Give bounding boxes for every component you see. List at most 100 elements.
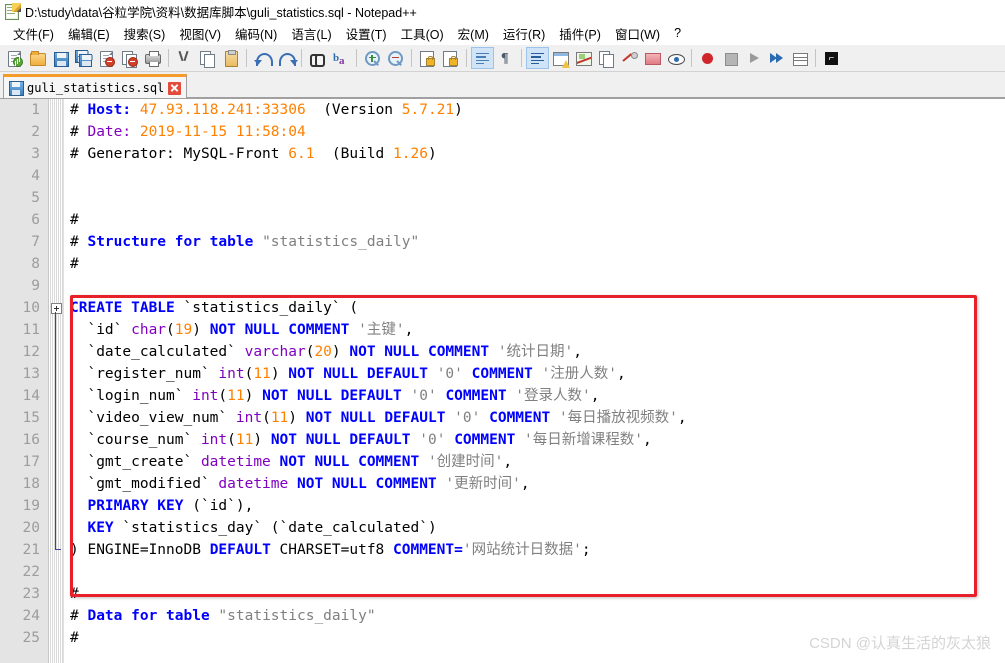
toolbar: ba ¶ ⌐: [0, 45, 1005, 72]
code-line: `id` char(19) NOT NULL COMMENT '主键',: [70, 319, 1005, 341]
code-token: '创建时间': [427, 454, 504, 470]
menu-encoding[interactable]: 编码(N): [228, 22, 284, 45]
undo-icon[interactable]: [251, 47, 274, 69]
code-token: int: [218, 366, 245, 382]
find-icon[interactable]: [306, 47, 329, 69]
code-line: CREATE TABLE `statistics_daily` (: [70, 297, 1005, 319]
code-line: `gmt_modified` datetime NOT NULL COMMENT…: [70, 473, 1005, 495]
menu-run[interactable]: 运行(R): [496, 22, 552, 45]
menu-search[interactable]: 搜索(S): [117, 22, 173, 45]
fold-expand-icon[interactable]: [51, 303, 62, 314]
word-wrap-icon[interactable]: [471, 47, 494, 69]
sync-vertical-icon[interactable]: [416, 47, 439, 69]
zoom-out-icon[interactable]: [384, 47, 407, 69]
line-number: 12: [22, 344, 40, 360]
menu-plugins[interactable]: 插件(P): [552, 22, 608, 45]
code-token: 11: [227, 388, 245, 404]
menu-tools[interactable]: 工具(O): [394, 22, 451, 45]
menu-edit[interactable]: 编辑(E): [61, 22, 117, 45]
open-file-icon[interactable]: [26, 47, 49, 69]
replace-icon[interactable]: ba: [329, 47, 352, 69]
save-macro-icon[interactable]: [788, 47, 811, 69]
menu-settings[interactable]: 设置(T): [339, 22, 394, 45]
menu-macro[interactable]: 宏(M): [451, 22, 496, 45]
save-all-icon[interactable]: [72, 47, 95, 69]
code-token: (: [227, 432, 236, 448]
line-number: 13: [22, 366, 40, 382]
fold-margin[interactable]: [49, 99, 64, 663]
menu-window[interactable]: 窗口(W): [608, 22, 667, 45]
notepad-plus-plus-icon: [4, 3, 21, 20]
code-token: 2019-11-15 11:58:04: [139, 124, 306, 140]
code-token: `course_num`: [70, 432, 201, 448]
show-all-chars-icon[interactable]: ¶: [494, 47, 517, 69]
line-number: 16: [22, 432, 40, 448]
close-all-icon[interactable]: [118, 47, 141, 69]
function-list-icon[interactable]: [618, 47, 641, 69]
run-macro-multiple-icon[interactable]: [765, 47, 788, 69]
code-token: COMMENT: [454, 432, 516, 448]
sync-horizontal-icon[interactable]: [439, 47, 462, 69]
code-token: NOT NULL COMMENT: [279, 454, 420, 470]
code-token: DEFAULT: [209, 542, 271, 558]
code-token: int: [200, 432, 228, 448]
play-macro-icon[interactable]: [742, 47, 765, 69]
code-line: PRIMARY KEY (`id`),: [70, 495, 1005, 517]
tab-guli-statistics-sql[interactable]: guli_statistics.sql: [3, 74, 188, 99]
copy-icon[interactable]: [196, 47, 219, 69]
menu-file[interactable]: 文件(F): [6, 22, 61, 45]
user-defined-dialog-icon[interactable]: [549, 47, 572, 69]
record-macro-icon[interactable]: [696, 47, 719, 69]
code-line: KEY `statistics_day` (`date_calculated`): [70, 517, 1005, 539]
code-text[interactable]: # Host: 47.93.118.241:33306 (Version 5.7…: [64, 99, 1005, 663]
redo-icon[interactable]: [274, 47, 297, 69]
save-icon[interactable]: [49, 47, 72, 69]
print-icon[interactable]: [141, 47, 164, 69]
menu-view[interactable]: 视图(V): [172, 22, 228, 45]
code-token: ,: [520, 476, 530, 492]
code-line: # Data for table "statistics_daily": [70, 605, 1005, 627]
code-token: CHARSET=utf8: [270, 542, 394, 558]
paste-icon[interactable]: [219, 47, 242, 69]
line-number: 11: [22, 322, 40, 338]
folder-as-workspace-icon[interactable]: [641, 47, 664, 69]
code-token: #: [70, 256, 79, 272]
close-file-icon[interactable]: [95, 47, 118, 69]
document-map-icon[interactable]: [595, 47, 618, 69]
cut-icon[interactable]: [173, 47, 196, 69]
code-token: `gmt_modified`: [70, 476, 219, 492]
code-line: `register_num` int(11) NOT NULL DEFAULT …: [70, 363, 1005, 385]
fold-range-line: [55, 312, 61, 550]
toolbar-separator: [691, 49, 692, 67]
code-token: `register_num`: [70, 366, 219, 382]
editor-area[interactable]: 1 2 3 4 5 6 7 8 9 10 11 12 13 14 15 16 17 18 19 20 21 22 23 24 2…: [0, 98, 1005, 663]
show-symbol-icon[interactable]: [572, 47, 595, 69]
code-token: NOT NULL DEFAULT: [262, 388, 402, 404]
code-token: 6.1: [288, 146, 315, 162]
code-token: 20: [314, 344, 332, 360]
toolbar-separator: [356, 49, 357, 67]
code-line: #: [70, 209, 1005, 231]
code-token: # Generator: MySQL-Front: [70, 146, 289, 162]
toolbar-separator: [466, 49, 467, 67]
zoom-in-icon[interactable]: [361, 47, 384, 69]
code-token: (Build: [314, 146, 394, 162]
monitoring-icon[interactable]: [664, 47, 687, 69]
menu-language[interactable]: 语言(L): [284, 22, 338, 45]
stop-recording-icon[interactable]: [719, 47, 742, 69]
new-file-icon[interactable]: [3, 47, 26, 69]
line-number: 20: [22, 520, 40, 536]
close-tab-icon[interactable]: [168, 81, 182, 95]
line-number-gutter: 1 2 3 4 5 6 7 8 9 10 11 12 13 14 15 16 17 18 19 20 21 22 23 24 2…: [0, 99, 49, 663]
code-token: ) ENGINE=InnoDB: [70, 542, 210, 558]
indent-guide-icon[interactable]: [526, 47, 549, 69]
run-icon[interactable]: ⌐: [820, 47, 843, 69]
menu-help[interactable]: ?: [667, 24, 688, 42]
